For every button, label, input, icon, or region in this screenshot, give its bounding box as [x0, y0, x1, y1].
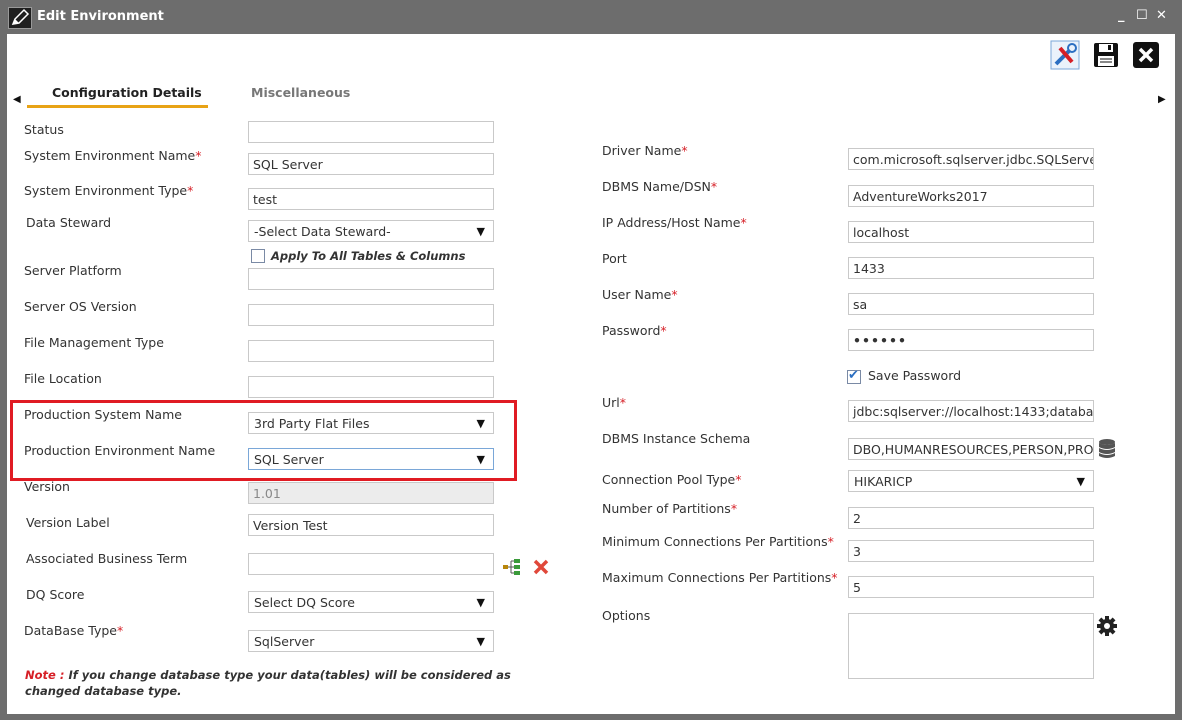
- gear-icon[interactable]: [1097, 616, 1117, 636]
- file-location-field[interactable]: [248, 376, 494, 398]
- production-system-name-label: Production System Name: [24, 407, 182, 422]
- server-platform-field[interactable]: [248, 268, 494, 290]
- number-of-partitions-label: Number of Partitions*: [602, 501, 738, 516]
- test-connection-tools-icon[interactable]: [1050, 40, 1080, 70]
- server-platform-label: Server Platform: [24, 263, 122, 278]
- business-term-tree-icon[interactable]: [502, 558, 522, 576]
- system-environment-type-label: System Environment Type*: [24, 183, 194, 198]
- min-connections-label: Minimum Connections Per Partitions*: [602, 534, 834, 549]
- dq-score-label: DQ Score: [26, 587, 85, 602]
- file-management-type-field[interactable]: [248, 340, 494, 362]
- close-icon[interactable]: [1132, 41, 1160, 69]
- chevron-down-icon: ▼: [476, 596, 485, 609]
- options-label: Options: [602, 608, 651, 623]
- version-label-field[interactable]: Version Test: [248, 514, 494, 536]
- number-of-partitions-field[interactable]: 2: [848, 507, 1094, 529]
- max-connections-label: Maximum Connections Per Partitions*: [602, 570, 838, 585]
- status-field[interactable]: [248, 121, 494, 143]
- remove-business-term-icon[interactable]: [532, 558, 550, 576]
- title-bar: Edit Environment _ ☐ ✕: [0, 0, 1182, 34]
- chevron-down-icon: ▼: [476, 635, 485, 648]
- edit-environment-window: Edit Environment _ ☐ ✕ ◀ ▶ Configuration…: [0, 0, 1182, 720]
- production-environment-name-label: Production Environment Name: [24, 443, 216, 458]
- apply-to-all-label: Apply To All Tables & Columns: [271, 249, 466, 263]
- version-field: 1.01: [248, 482, 494, 504]
- dbms-name-field[interactable]: AdventureWorks2017: [848, 185, 1094, 207]
- connection-pool-type-label: Connection Pool Type*: [602, 472, 742, 487]
- driver-name-field[interactable]: com.microsoft.sqlserver.jdbc.SQLServerDr…: [848, 148, 1094, 170]
- dbms-instance-schema-field[interactable]: DBO,HUMANRESOURCES,PERSON,PRODUCTION: [848, 438, 1094, 460]
- apply-to-all-checkbox[interactable]: [251, 249, 265, 263]
- tab-miscellaneous[interactable]: Miscellaneous: [251, 85, 350, 100]
- url-label: Url*: [602, 395, 627, 410]
- save-password-checkbox[interactable]: ✔: [847, 368, 861, 384]
- system-environment-type-field[interactable]: test: [248, 188, 494, 210]
- chevron-down-icon: ▼: [476, 417, 485, 430]
- close-window-button[interactable]: ✕: [1156, 8, 1167, 23]
- dbms-name-label: DBMS Name/DSN*: [602, 179, 718, 194]
- tab-scroll-right-icon[interactable]: ▶: [1158, 94, 1166, 105]
- checkmark-icon: ✔: [848, 368, 859, 383]
- file-management-type-label: File Management Type: [24, 335, 164, 350]
- minimize-button[interactable]: _: [1118, 8, 1125, 23]
- dbms-instance-schema-label: DBMS Instance Schema: [602, 431, 751, 446]
- data-steward-label: Data Steward: [26, 215, 112, 230]
- status-label: Status: [24, 122, 64, 137]
- data-steward-select[interactable]: -Select Data Steward- ▼: [248, 220, 494, 242]
- maximize-button[interactable]: ☐: [1136, 8, 1148, 23]
- port-field[interactable]: 1433: [848, 257, 1094, 279]
- user-name-field[interactable]: sa: [848, 293, 1094, 315]
- url-field[interactable]: jdbc:sqlserver://localhost:1433;database…: [848, 400, 1094, 422]
- active-tab-indicator: [27, 105, 208, 108]
- save-icon[interactable]: [1092, 41, 1120, 69]
- database-type-note: Note : If you change database type your …: [25, 668, 511, 698]
- driver-name-label: Driver Name*: [602, 143, 688, 158]
- ip-address-label: IP Address/Host Name*: [602, 215, 747, 230]
- production-system-name-select[interactable]: 3rd Party Flat Files ▼: [248, 412, 494, 434]
- max-connections-field[interactable]: 5: [848, 576, 1094, 598]
- min-connections-field[interactable]: 3: [848, 540, 1094, 562]
- save-password-label: Save Password: [868, 368, 962, 383]
- password-label: Password*: [602, 323, 667, 338]
- version-label: Version: [24, 479, 70, 494]
- options-textarea[interactable]: [848, 613, 1094, 679]
- ip-address-field[interactable]: localhost: [848, 221, 1094, 243]
- file-location-label: File Location: [24, 371, 102, 386]
- system-environment-name-label: System Environment Name*: [24, 148, 202, 163]
- form-panel: ◀ ▶ Configuration Details Miscellaneous …: [7, 34, 1175, 714]
- chevron-down-icon: ▼: [476, 225, 485, 238]
- window-title: Edit Environment: [37, 9, 164, 24]
- chevron-down-icon: ▼: [476, 453, 485, 466]
- system-environment-name-field[interactable]: SQL Server: [248, 153, 494, 175]
- database-icon[interactable]: [1097, 438, 1117, 460]
- tab-scroll-left-icon[interactable]: ◀: [13, 94, 21, 105]
- database-type-select[interactable]: SqlServer ▼: [248, 630, 494, 652]
- version-label-label: Version Label: [26, 515, 110, 530]
- server-os-version-label: Server OS Version: [24, 299, 137, 314]
- dq-score-select[interactable]: Select DQ Score ▼: [248, 591, 494, 613]
- port-label: Port: [602, 251, 627, 266]
- production-environment-name-select[interactable]: SQL Server ▼: [248, 448, 494, 470]
- password-field[interactable]: ••••••: [848, 329, 1094, 351]
- connection-pool-type-select[interactable]: HIKARICP ▼: [848, 470, 1094, 492]
- associated-business-term-label: Associated Business Term: [26, 551, 188, 566]
- tab-configuration-details[interactable]: Configuration Details: [52, 85, 202, 100]
- associated-business-term-field[interactable]: [248, 553, 494, 575]
- server-os-version-field[interactable]: [248, 304, 494, 326]
- database-type-label: DataBase Type*: [24, 623, 124, 638]
- pencil-icon: [8, 7, 32, 29]
- user-name-label: User Name*: [602, 287, 678, 302]
- chevron-down-icon: ▼: [1076, 475, 1085, 488]
